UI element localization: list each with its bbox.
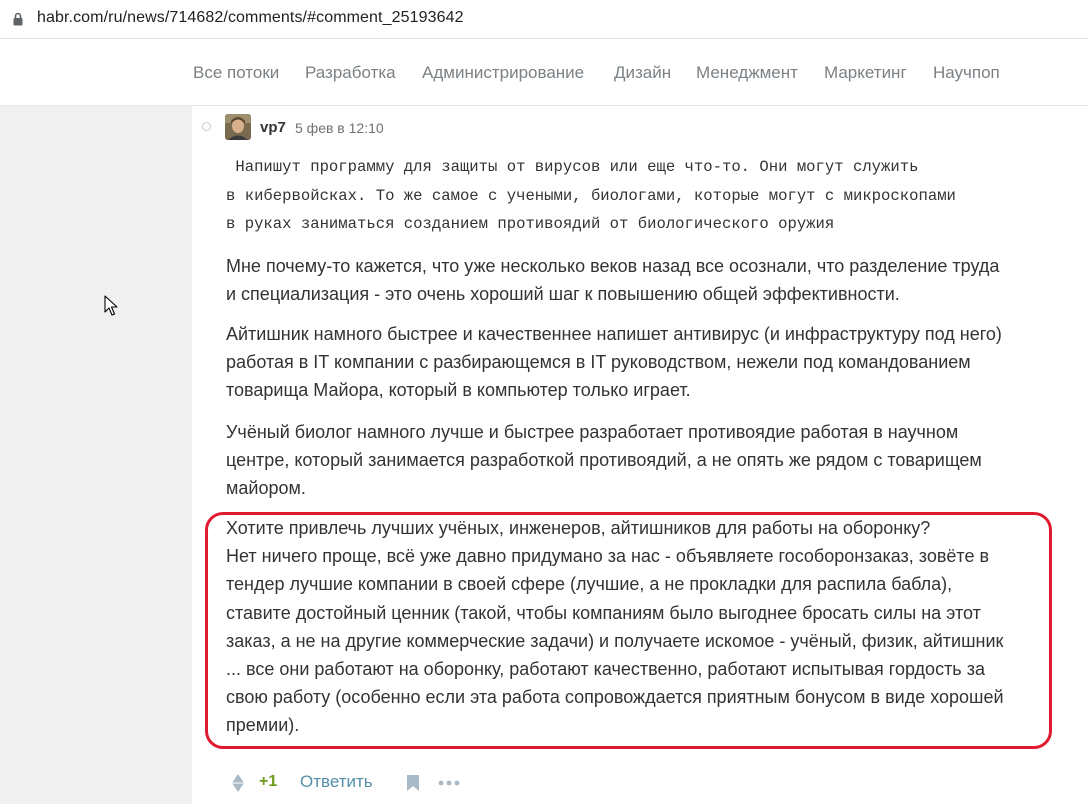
mouse-cursor-icon xyxy=(104,295,118,316)
left-gutter xyxy=(0,106,192,804)
paragraph-line: товарища Майора, который в компьютер тол… xyxy=(226,380,691,401)
lock-icon xyxy=(13,12,23,26)
paragraph-line: и специализация - это очень хороший шаг … xyxy=(226,284,900,305)
comment-timestamp[interactable]: 5 фев в 12:10 xyxy=(295,120,384,136)
nav-item-marketing[interactable]: Маркетинг xyxy=(824,63,907,83)
paragraph-line: центре, который занимается разработкой п… xyxy=(226,450,982,471)
nav-item-all-streams[interactable]: Все потоки xyxy=(193,63,279,83)
quote-line: в кибервойсках. То же самое с учеными, б… xyxy=(226,186,956,205)
avatar[interactable] xyxy=(225,114,251,140)
comment-paragraph: Учёный биолог намного лучше и быстрее ра… xyxy=(226,418,1056,503)
comment-paragraph: Мне почему-то кажется, что уже несколько… xyxy=(226,252,1056,308)
hub-navigation: Все потоки Разработка Администрирование … xyxy=(0,39,1088,106)
nav-item-administration[interactable]: Администрирование xyxy=(422,63,584,83)
thread-dot-icon xyxy=(202,122,211,131)
nav-item-development[interactable]: Разработка xyxy=(305,63,396,83)
quote-line: Напишут программу для защиты от вирусов … xyxy=(226,158,919,176)
nav-item-management[interactable]: Менеджмент xyxy=(696,63,798,83)
more-dots-icon[interactable] xyxy=(438,780,460,786)
quoted-text: Напишут программу для защиты от вирусов … xyxy=(226,153,1066,239)
paragraph-line: Мне почему-то кажется, что уже несколько… xyxy=(226,256,1000,276)
nav-item-design[interactable]: Дизайн xyxy=(614,63,671,83)
paragraph-line: работая в IT компании с разбирающемся в … xyxy=(226,352,971,373)
browser-address-bar[interactable]: habr.com/ru/news/714682/comments/#commen… xyxy=(0,0,1088,39)
paragraph-line: Айтишник намного быстрее и качественнее … xyxy=(226,324,1002,344)
nav-item-popsci[interactable]: Научпоп xyxy=(933,63,1000,83)
quote-line: в руках заниматься созданием противоядий… xyxy=(226,215,835,233)
comment-score: +1 xyxy=(259,773,278,790)
red-highlight-annotation xyxy=(205,512,1052,749)
paragraph-line: Учёный биолог намного лучше и быстрее ра… xyxy=(226,422,959,442)
bookmark-icon[interactable] xyxy=(406,774,420,792)
user-avatar-image xyxy=(225,114,251,140)
paragraph-line: майором. xyxy=(226,478,306,499)
address-url[interactable]: habr.com/ru/news/714682/comments/#commen… xyxy=(37,9,464,27)
comment-paragraph: Айтишник намного быстрее и качественнее … xyxy=(226,320,1056,405)
reply-button[interactable]: Ответить xyxy=(300,772,373,792)
comment-author[interactable]: vp7 xyxy=(260,119,286,136)
rating-arrows-icon[interactable] xyxy=(231,773,245,793)
